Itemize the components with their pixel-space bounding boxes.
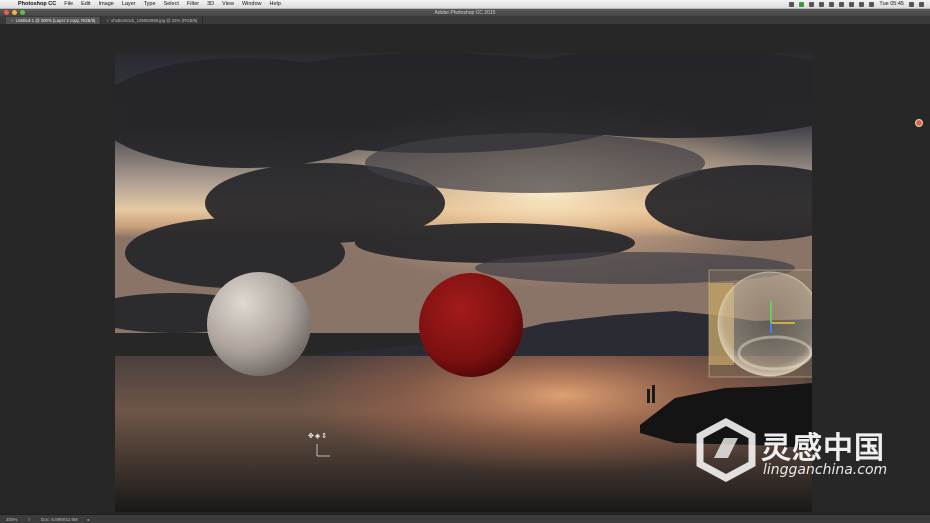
messages-icon[interactable]	[809, 1, 815, 7]
menu-layer[interactable]: Layer	[118, 1, 140, 7]
battery-icon[interactable]	[849, 1, 855, 7]
menu-clock[interactable]: Tue 05:45	[879, 1, 904, 7]
chevron-right-icon[interactable]: ▸	[88, 517, 90, 522]
document-tab-bar: × Untitled-1 @ 200% (Layer 2 copy, RGB/8…	[0, 16, 930, 24]
panel-collapse-icon[interactable]	[915, 119, 923, 127]
tab-close-icon[interactable]: ×	[106, 18, 109, 23]
menu-filter[interactable]: Filter	[183, 1, 203, 7]
menu-extras: Tue 05:45	[789, 1, 930, 7]
window-title-bar: Adobe Photoshop CC 2015	[0, 9, 930, 16]
notification-center-icon[interactable]	[919, 1, 924, 7]
tab-close-icon[interactable]: ×	[11, 18, 14, 23]
menu-file[interactable]: File	[60, 1, 77, 7]
flag-icon[interactable]	[859, 1, 865, 7]
menu-view[interactable]: View	[218, 1, 238, 7]
3d-move-gizmo[interactable]: ✥◈⇕	[308, 432, 334, 458]
volume-icon[interactable]	[839, 1, 845, 7]
tab-label: Untitled-1 @ 200% (Layer 2 copy, RGB/8)	[15, 18, 96, 23]
menu-window[interactable]: Window	[238, 1, 266, 7]
menu-edit[interactable]: Edit	[77, 1, 94, 7]
spotlight-icon[interactable]	[909, 1, 914, 7]
menu-image[interactable]: Image	[95, 1, 118, 7]
wifi-icon[interactable]	[869, 1, 875, 7]
lingganchina-logo-icon	[696, 418, 756, 482]
mac-menu-bar: Photoshop CC File Edit Image Layer Type …	[0, 0, 930, 9]
doc-size[interactable]: Doc: 6.89M/42.9M	[41, 517, 78, 522]
watermark-url: lingganchina.com	[763, 462, 888, 478]
window-controls	[4, 10, 25, 15]
photoshop-screen: Photoshop CC File Edit Image Layer Type …	[0, 0, 930, 523]
menu-help[interactable]: Help	[266, 1, 285, 7]
share-icon[interactable]: ⇪	[28, 517, 31, 522]
tab-untitled-1[interactable]: × Untitled-1 @ 200% (Layer 2 copy, RGB/8…	[6, 17, 102, 24]
display-icon[interactable]	[789, 1, 795, 7]
white-sphere	[207, 272, 311, 376]
minimize-window-icon[interactable]	[12, 10, 17, 15]
zoom-level[interactable]: 200%	[6, 517, 18, 522]
red-sphere	[419, 273, 523, 377]
menu-photoshop[interactable]: Photoshop CC	[14, 1, 60, 7]
watermark-brand: 灵感中国	[761, 431, 885, 466]
close-window-icon[interactable]	[4, 10, 9, 15]
status-bar: 200% ⇪ Doc: 6.89M/42.9M ▸	[0, 514, 930, 523]
app-status-icon[interactable]	[799, 1, 805, 7]
watermark: 灵感中国 lingganchina.com	[694, 418, 908, 484]
bluetooth-icon[interactable]	[829, 1, 835, 7]
window-title: Adobe Photoshop CC 2015	[434, 9, 496, 16]
menu-type[interactable]: Type	[140, 1, 160, 7]
zoom-window-icon[interactable]	[20, 10, 25, 15]
tab-label: shutterstock_139063889.jpg @ 33% (RGB/8)	[111, 18, 198, 23]
menu-3d[interactable]: 3D	[203, 1, 218, 7]
menu-select[interactable]: Select	[160, 1, 183, 7]
tab-shutterstock[interactable]: × shutterstock_139063889.jpg @ 33% (RGB/…	[101, 17, 204, 24]
screen-record-icon[interactable]	[819, 1, 825, 7]
